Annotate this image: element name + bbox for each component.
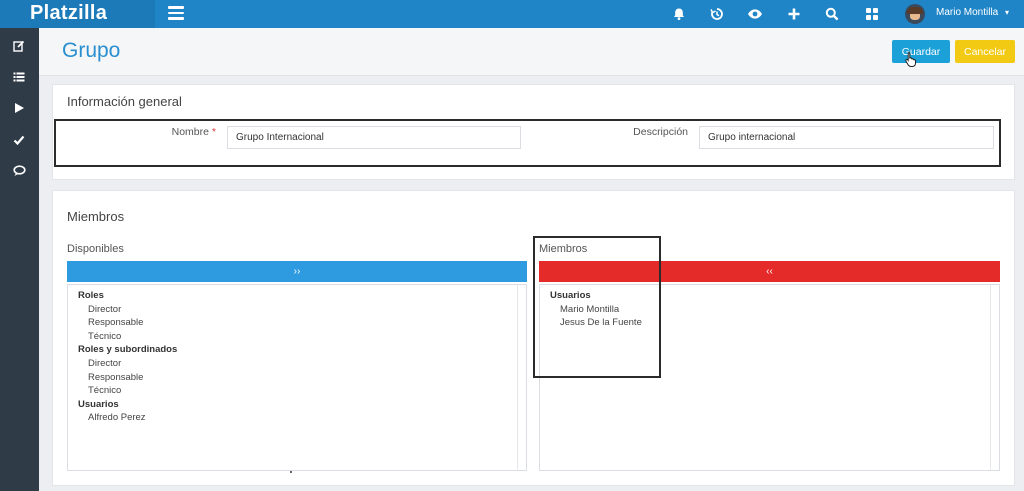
list-group-title: Roles y subordinados: [78, 344, 178, 356]
members-panel: Miembros Disponibles Miembros ›› ‹‹ Role…: [52, 190, 1015, 486]
list-item[interactable]: Responsable: [78, 371, 177, 385]
left-sidebar: [0, 28, 39, 491]
search-icon[interactable]: [822, 4, 842, 24]
grid-icon[interactable]: [862, 4, 882, 24]
check-icon[interactable]: [9, 130, 29, 150]
play-icon[interactable]: [9, 98, 29, 118]
description-input[interactable]: [699, 126, 994, 149]
list-group-title: Usuarios: [550, 290, 591, 301]
available-list[interactable]: Roles Director Responsable Técnico Roles…: [67, 284, 527, 473]
list-item[interactable]: Director: [78, 357, 177, 371]
page-header: Grupo Guardar Cancelar: [39, 28, 1024, 76]
scrollbar[interactable]: [990, 285, 999, 470]
history-icon[interactable]: [707, 4, 727, 24]
add-members-button[interactable]: ››: [67, 261, 527, 282]
list-item[interactable]: Jesus De la Fuente: [550, 316, 642, 330]
remove-members-button[interactable]: ‹‹: [539, 261, 1000, 282]
plus-icon[interactable]: [784, 4, 804, 24]
user-name[interactable]: Mario Montilla: [936, 0, 998, 28]
cancel-button[interactable]: Cancelar: [955, 40, 1015, 63]
name-label: Nombre *: [171, 126, 216, 138]
page-title: Grupo: [62, 39, 121, 62]
list-item[interactable]: Alfredo Perez: [78, 411, 177, 425]
menu-toggle-icon[interactable]: [168, 6, 184, 20]
list-item[interactable]: Técnico: [78, 330, 177, 344]
stray-dot: [290, 471, 292, 473]
general-info-panel: Información general Nombre * Descripción: [52, 84, 1015, 180]
list-icon[interactable]: [9, 67, 29, 87]
list-item[interactable]: Técnico: [78, 384, 177, 398]
members-heading: Miembros: [67, 209, 125, 224]
chevron-down-icon[interactable]: ▾: [1005, 0, 1009, 28]
selected-list[interactable]: Usuarios Mario Montilla Jesus De la Fuen…: [539, 284, 1000, 471]
list-group-title: Roles: [78, 290, 104, 301]
edit-icon[interactable]: [9, 36, 29, 56]
scrollbar[interactable]: [517, 285, 526, 470]
list-item[interactable]: Mario Montilla: [550, 303, 642, 317]
list-group-title: Usuarios: [78, 398, 119, 410]
general-info-heading: Información general: [67, 94, 182, 109]
chat-icon[interactable]: [9, 161, 29, 181]
name-input[interactable]: [227, 126, 521, 149]
brand-logo[interactable]: Platzilla: [0, 0, 155, 28]
list-item[interactable]: Director: [78, 303, 177, 317]
selected-label: Miembros: [539, 243, 588, 255]
list-item[interactable]: Responsable: [78, 316, 177, 330]
bell-icon[interactable]: [669, 4, 689, 24]
hand-cursor-icon: [905, 51, 917, 70]
description-label: Descripción: [633, 126, 688, 138]
available-label: Disponibles: [67, 243, 124, 255]
eye-icon[interactable]: [745, 4, 765, 24]
save-button[interactable]: Guardar: [892, 40, 950, 63]
avatar[interactable]: [905, 4, 925, 24]
top-navbar: Platzilla Mario Montilla ▾: [0, 0, 1024, 28]
